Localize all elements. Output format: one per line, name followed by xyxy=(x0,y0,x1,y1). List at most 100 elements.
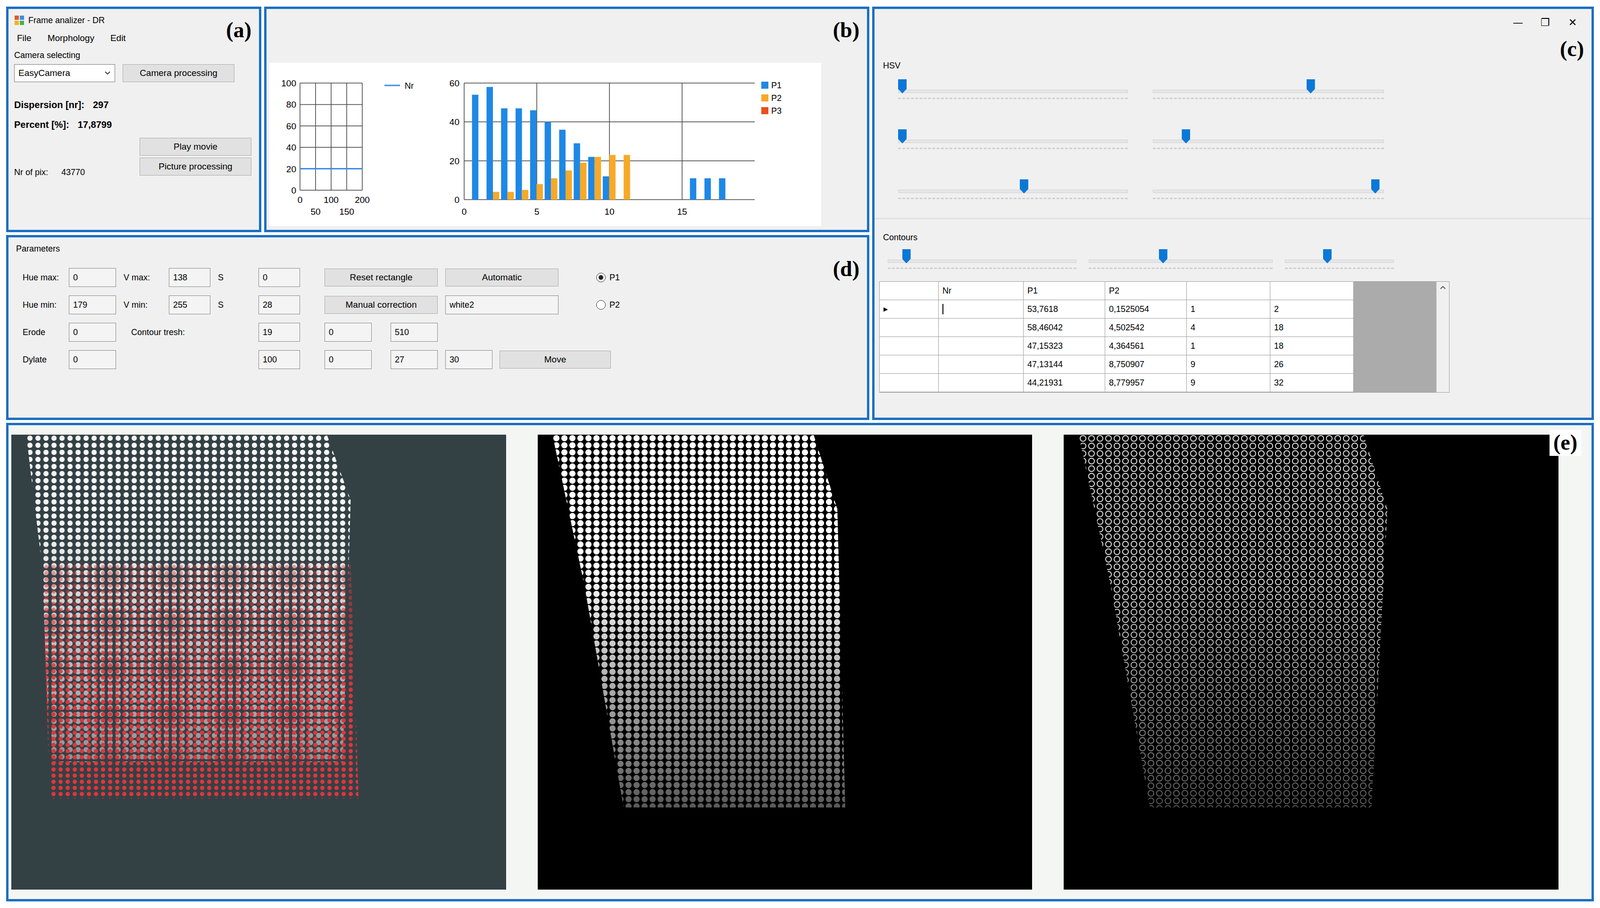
table-cell[interactable]: 9 xyxy=(1186,373,1271,392)
scroll-up-icon[interactable] xyxy=(1439,284,1447,291)
column-header[interactable]: P1 xyxy=(1023,281,1106,300)
charts-panel: 100806040200010020050150Nr 6040200051015… xyxy=(264,6,870,233)
move-button[interactable]: Move xyxy=(499,350,611,369)
table-row[interactable]: 47,13144 8,750907 9 26 xyxy=(879,355,1354,374)
table-row[interactable]: 44,21931 8,779957 9 32 xyxy=(879,373,1354,392)
scrollbar[interactable] xyxy=(1436,281,1450,392)
column-header[interactable]: P2 xyxy=(1105,281,1187,300)
table-cell[interactable]: 8,750907 xyxy=(1105,355,1187,374)
camera-dropdown[interactable]: EasyCamera xyxy=(14,64,116,83)
column-header[interactable]: Nr xyxy=(938,281,1024,300)
v-max-field[interactable]: 138 xyxy=(168,267,211,287)
column-header[interactable] xyxy=(1270,281,1354,300)
grid-line xyxy=(300,104,363,106)
table-cell[interactable] xyxy=(938,355,1024,374)
contour-thresh-field[interactable]: 19 xyxy=(258,322,300,342)
panel-label: (d) xyxy=(833,257,860,282)
table-row[interactable]: ▶ 53,7618 0,1525054 1 2 xyxy=(879,300,1354,319)
contour-outlines xyxy=(1078,434,1475,808)
table-cell[interactable]: 2 xyxy=(1270,300,1354,319)
window-control-button[interactable]: ✕ xyxy=(1566,16,1579,29)
contour-slider[interactable] xyxy=(887,247,1077,275)
hue-min-field[interactable]: 179 xyxy=(68,295,117,315)
table-cell[interactable]: 26 xyxy=(1270,355,1354,374)
erode-field[interactable]: 0 xyxy=(68,322,117,342)
table-cell[interactable] xyxy=(938,336,1024,356)
camera-group-label: Camera selecting xyxy=(14,50,254,61)
hsv-slider[interactable] xyxy=(1152,177,1384,205)
menu-item[interactable]: Edit xyxy=(110,33,126,44)
table-cell[interactable] xyxy=(938,373,1024,392)
menu-item[interactable]: Morphology xyxy=(47,33,95,44)
table-cell[interactable]: 8,779957 xyxy=(1105,373,1187,392)
table-cell[interactable]: 0,1525054 xyxy=(1105,300,1187,319)
rect-field[interactable]: 0 xyxy=(324,350,372,369)
picture-processing-button[interactable]: Picture processing xyxy=(139,157,252,176)
table-row[interactable]: 58,46042 4,502542 4 18 xyxy=(879,318,1354,337)
v-min-label: V min: xyxy=(123,300,169,310)
rect-field[interactable]: 27 xyxy=(390,350,438,369)
contour-slider[interactable] xyxy=(1088,247,1273,275)
radio-circle xyxy=(596,272,606,283)
app-icon xyxy=(14,15,25,26)
v-min-field[interactable]: 255 xyxy=(168,295,211,315)
stat-value: 297 xyxy=(92,99,109,111)
row-header[interactable] xyxy=(879,318,939,337)
bar xyxy=(472,94,479,200)
table-cell[interactable]: 4 xyxy=(1186,318,1271,337)
panel-label: (b) xyxy=(833,18,860,43)
table-row[interactable]: 47,15323 4,364561 1 18 xyxy=(879,336,1354,356)
row-header[interactable] xyxy=(879,355,939,374)
table-cell[interactable]: 47,13144 xyxy=(1023,355,1106,374)
row-header[interactable] xyxy=(879,373,939,392)
table-cell[interactable]: 18 xyxy=(1270,318,1354,337)
table-cell[interactable]: 4,364561 xyxy=(1105,336,1187,356)
name-field[interactable]: white2 xyxy=(445,295,559,315)
column-header[interactable] xyxy=(1186,281,1271,300)
s-min-field[interactable]: 28 xyxy=(258,295,300,315)
column-header[interactable] xyxy=(879,281,939,300)
hsv-slider[interactable] xyxy=(1152,77,1384,105)
table-cell[interactable]: 44,21931 xyxy=(1023,373,1106,392)
table-empty-area xyxy=(1353,281,1437,392)
slider-ticks xyxy=(898,147,1128,150)
rect-fields: 0 510 xyxy=(324,322,438,342)
table-cell[interactable]: 1 xyxy=(1186,336,1271,356)
camera-processing-button[interactable]: Camera processing xyxy=(122,64,235,83)
table-cell[interactable]: 18 xyxy=(1270,336,1354,356)
row-header[interactable] xyxy=(879,336,939,356)
rect-field[interactable]: 510 xyxy=(390,322,438,342)
reset-rectangle-button[interactable]: Reset rectangle xyxy=(324,268,438,287)
menu-item[interactable]: File xyxy=(16,33,32,44)
table-cell[interactable]: 4,502542 xyxy=(1105,318,1187,337)
rect-field[interactable]: 0 xyxy=(324,322,372,342)
table-cell[interactable]: 53,7618 xyxy=(1023,300,1106,319)
window-control-button[interactable]: — xyxy=(1512,16,1524,29)
automatic-button[interactable]: Automatic xyxy=(445,268,559,287)
play-movie-button[interactable]: Play movie xyxy=(139,137,252,156)
hsv-slider[interactable] xyxy=(898,177,1128,205)
hsv-slider[interactable] xyxy=(1152,127,1384,155)
table-cell[interactable]: 9 xyxy=(1186,355,1271,374)
radio-label: P2 xyxy=(609,300,620,310)
radio-button[interactable]: P2 xyxy=(596,300,672,310)
window-control-button[interactable]: ❐ xyxy=(1539,16,1551,29)
hsv-slider[interactable] xyxy=(898,77,1128,105)
radio-button[interactable]: P1 xyxy=(596,272,672,283)
table-cell[interactable]: 1 xyxy=(1186,300,1271,319)
contour-extra-field[interactable]: 100 xyxy=(258,350,300,369)
hue-max-field[interactable]: 0 xyxy=(68,267,117,287)
row-header[interactable]: ▶ xyxy=(879,300,939,319)
contour-slider[interactable] xyxy=(1284,247,1394,275)
hsv-slider[interactable] xyxy=(898,127,1128,155)
move-field[interactable]: 30 xyxy=(445,350,493,369)
manual-correction-button[interactable]: Manual correction xyxy=(324,295,438,314)
table-cell[interactable]: 32 xyxy=(1270,373,1354,392)
table-cell[interactable]: 47,15323 xyxy=(1023,336,1106,356)
table-cell[interactable] xyxy=(938,300,1024,319)
bar xyxy=(667,199,675,200)
dylate-field[interactable]: 0 xyxy=(68,350,117,369)
table-cell[interactable] xyxy=(938,318,1024,337)
s-max-field[interactable]: 0 xyxy=(258,267,300,287)
table-cell[interactable]: 58,46042 xyxy=(1023,318,1106,337)
